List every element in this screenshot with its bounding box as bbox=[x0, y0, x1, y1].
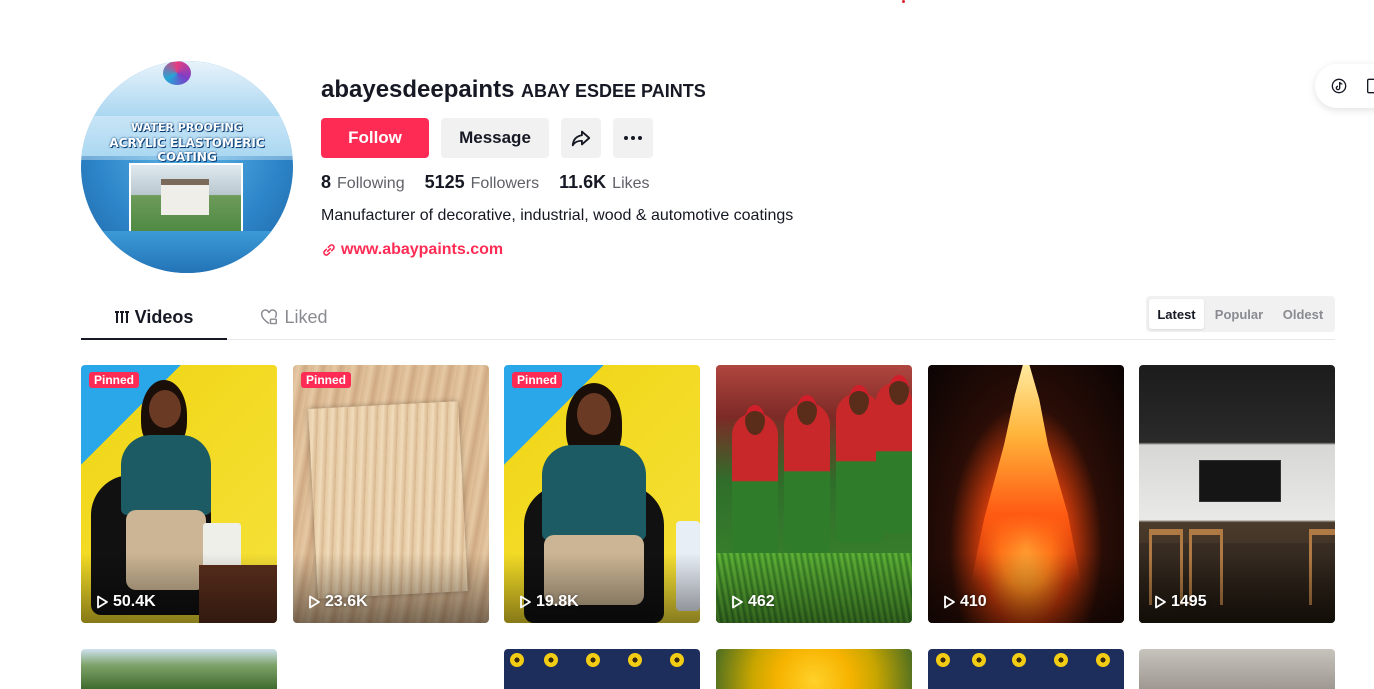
side-actions-pill bbox=[1315, 64, 1374, 108]
card-gradient bbox=[504, 553, 700, 623]
likes-stat: 11.6K Likes bbox=[559, 172, 649, 193]
message-button[interactable]: Message bbox=[441, 118, 549, 158]
likes-label: Likes bbox=[612, 175, 650, 192]
followers-stat[interactable]: 5125 Followers bbox=[425, 172, 540, 193]
likes-count: 11.6K bbox=[559, 172, 607, 192]
tiktok-icon[interactable] bbox=[1331, 78, 1347, 94]
profile-nickname: ABAY ESDEE PAINTS bbox=[521, 81, 706, 101]
tab-videos-label: Videos bbox=[134, 306, 194, 327]
share-icon bbox=[571, 130, 591, 147]
view-count-text: 1495 bbox=[1171, 593, 1207, 610]
view-count-text: 19.8K bbox=[536, 593, 579, 610]
video-thumb-shelf bbox=[1199, 460, 1281, 502]
play-icon bbox=[97, 595, 108, 609]
video-card-partial[interactable] bbox=[1139, 649, 1335, 689]
video-card-partial[interactable] bbox=[81, 649, 277, 689]
view-count-text: 50.4K bbox=[113, 593, 156, 610]
follow-button[interactable]: Follow bbox=[321, 118, 429, 158]
avatar-house-image bbox=[129, 163, 243, 233]
profile-stats: 8 Following 5125 Followers 11.6K Likes bbox=[321, 172, 670, 193]
video-card-partial[interactable] bbox=[716, 649, 912, 689]
video-thumb-dancer bbox=[784, 395, 830, 553]
pinned-badge: Pinned bbox=[512, 372, 563, 388]
view-count-text: 462 bbox=[748, 593, 775, 610]
video-thumb-bonfire bbox=[971, 365, 1081, 583]
view-count: 1495 bbox=[1153, 593, 1207, 611]
view-count: 462 bbox=[730, 593, 775, 611]
following-stat[interactable]: 8 Following bbox=[321, 172, 405, 193]
share-button[interactable] bbox=[561, 118, 601, 158]
profile-link-text: www.abaypaints.com bbox=[341, 241, 504, 258]
play-icon bbox=[309, 595, 320, 609]
tab-liked-label: Liked bbox=[284, 306, 328, 327]
avatar-text-line2: ACRYLIC ELASTOMERIC COATING bbox=[109, 136, 265, 164]
profile-bio: Manufacturer of decorative, industrial, … bbox=[321, 207, 794, 224]
view-count: 19.8K bbox=[518, 593, 579, 611]
view-count: 410 bbox=[942, 593, 987, 611]
pinned-badge: Pinned bbox=[89, 372, 140, 388]
profile-username: abayesdeepaints bbox=[321, 76, 515, 103]
pinned-badge: Pinned bbox=[301, 372, 352, 388]
video-card[interactable]: Pinned 23.6K bbox=[293, 365, 489, 623]
avatar-logo bbox=[163, 61, 191, 85]
link-icon bbox=[323, 244, 335, 256]
card-gradient bbox=[928, 553, 1124, 623]
sort-latest[interactable]: Latest bbox=[1149, 299, 1204, 329]
card-gradient bbox=[81, 553, 277, 623]
play-icon bbox=[732, 595, 743, 609]
more-button[interactable] bbox=[613, 118, 653, 158]
view-count: 50.4K bbox=[95, 593, 156, 611]
video-card-partial[interactable] bbox=[504, 649, 700, 689]
video-thumb-dancer bbox=[876, 375, 912, 533]
play-icon bbox=[1155, 595, 1166, 609]
video-card[interactable]: Pinned 50.4K bbox=[81, 365, 277, 623]
video-card[interactable]: 410 bbox=[928, 365, 1124, 623]
play-icon bbox=[520, 595, 531, 609]
sort-toggle: Latest Popular Oldest bbox=[1146, 296, 1335, 332]
video-card[interactable]: 1495 bbox=[1139, 365, 1335, 623]
card-gradient bbox=[1139, 553, 1335, 623]
sort-popular[interactable]: Popular bbox=[1208, 299, 1270, 329]
red-dot bbox=[902, 0, 905, 3]
view-count: 23.6K bbox=[307, 593, 368, 611]
following-label: Following bbox=[337, 175, 405, 192]
tab-videos[interactable]: Videos bbox=[81, 295, 227, 339]
profile-link[interactable]: www.abaypaints.com bbox=[321, 241, 503, 259]
view-count-text: 23.6K bbox=[325, 593, 368, 610]
following-count: 8 bbox=[321, 172, 332, 192]
play-icon bbox=[944, 595, 955, 609]
sort-oldest[interactable]: Oldest bbox=[1274, 299, 1332, 329]
video-card[interactable]: 462 bbox=[716, 365, 912, 623]
followers-count: 5125 bbox=[424, 172, 465, 192]
video-card[interactable]: Pinned 19.8K bbox=[504, 365, 700, 623]
profile-avatar[interactable]: WATER PROOFING ACRYLIC ELASTOMERIC COATI… bbox=[81, 61, 293, 273]
active-tab-underline bbox=[81, 338, 227, 340]
card-gradient bbox=[716, 553, 912, 623]
heart-lock-icon bbox=[261, 309, 278, 325]
card-gradient bbox=[293, 553, 489, 623]
grid-icon bbox=[114, 311, 129, 323]
video-thumb-dancer bbox=[732, 405, 778, 563]
video-card-partial[interactable] bbox=[928, 649, 1124, 689]
view-count-text: 410 bbox=[960, 593, 987, 610]
avatar-text-line1: WATER PROOFING bbox=[131, 121, 243, 134]
tab-liked[interactable]: Liked bbox=[227, 295, 361, 339]
more-icon bbox=[624, 136, 642, 140]
followers-label: Followers bbox=[470, 175, 540, 192]
device-icon[interactable] bbox=[1365, 78, 1374, 94]
avatar-ground bbox=[81, 231, 293, 273]
